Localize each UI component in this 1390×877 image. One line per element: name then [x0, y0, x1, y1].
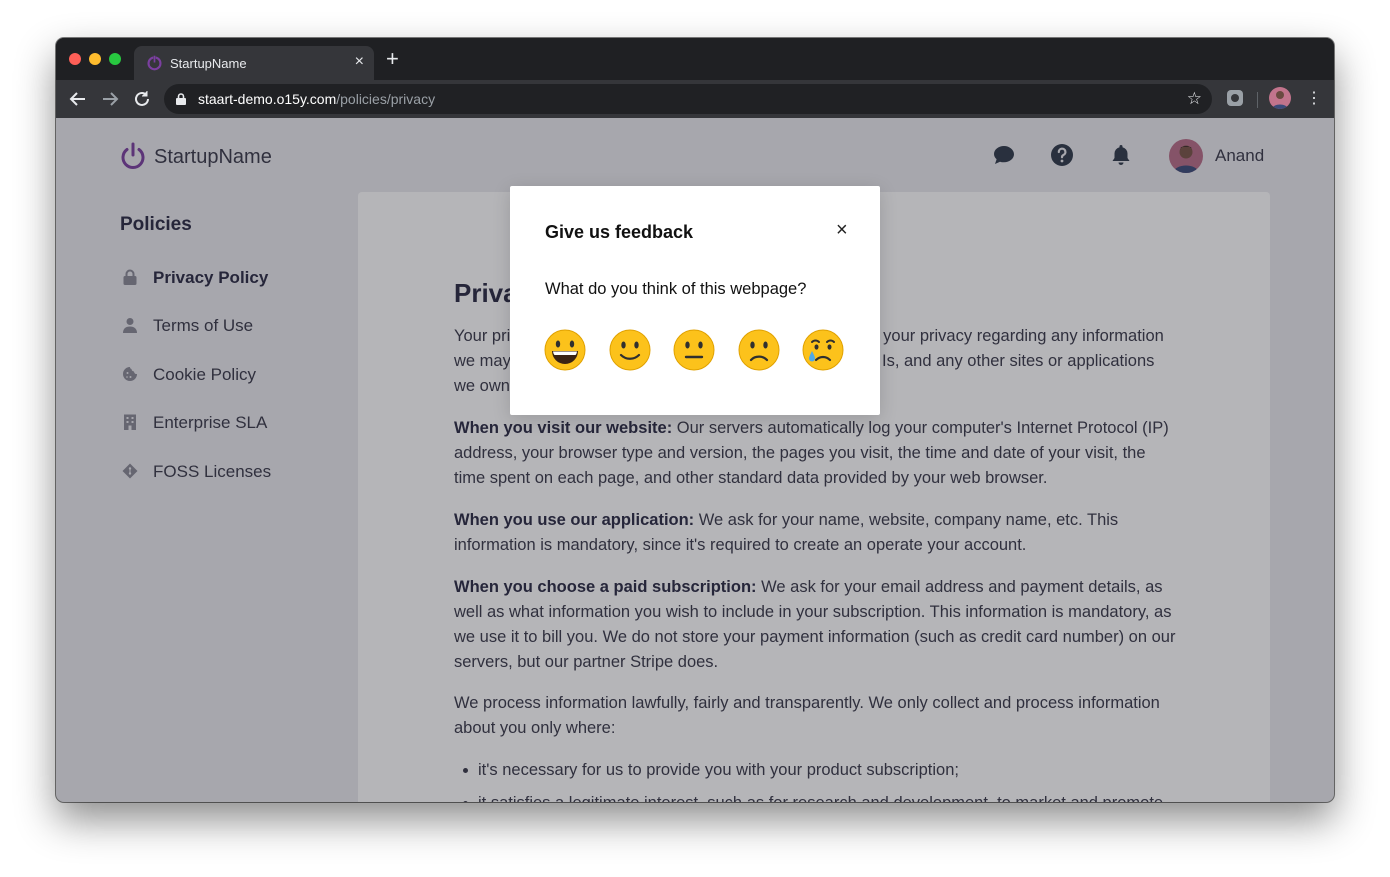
address-bar[interactable]: staart-demo.o15y.com/policies/privacy ☆ [164, 84, 1212, 114]
close-icon[interactable]: × [836, 220, 848, 240]
new-tab-button[interactable]: + [386, 48, 399, 70]
lock-icon [176, 93, 186, 105]
maximize-window-button[interactable] [109, 53, 121, 65]
feedback-question: What do you think of this webpage? [545, 280, 807, 298]
tab-bar: StartupName × + [56, 38, 1334, 80]
grinning-face-icon[interactable] [544, 329, 586, 371]
browser-menu-icon[interactable]: ⋮ [1306, 88, 1322, 110]
minimize-window-button[interactable] [89, 53, 101, 65]
neutral-face-icon[interactable] [673, 329, 715, 371]
modal-title: Give us feedback [545, 222, 694, 242]
slightly-smiling-face-icon[interactable] [609, 329, 651, 371]
extension-icon[interactable] [1227, 90, 1243, 106]
bookmark-star-icon[interactable]: ☆ [1187, 89, 1202, 109]
tab-title: StartupName [170, 56, 247, 71]
web-page: StartupName Anand Policies Privacy Polic… [56, 118, 1334, 802]
url-text: staart-demo.o15y.com/policies/privacy [198, 91, 435, 107]
slightly-frowning-face-icon[interactable] [738, 329, 780, 371]
browser-window: StartupName × + staart-demo.o15y.com/pol… [56, 38, 1334, 802]
browser-tab[interactable]: StartupName × [134, 46, 374, 80]
url-path: /policies/privacy [336, 91, 436, 107]
power-icon [147, 54, 162, 71]
browser-toolbar: staart-demo.o15y.com/policies/privacy ☆ … [56, 80, 1334, 118]
close-tab-icon[interactable]: × [355, 53, 364, 71]
close-window-button[interactable] [69, 53, 81, 65]
crying-face-icon[interactable] [802, 329, 844, 371]
url-domain: staart-demo.o15y.com [198, 91, 337, 107]
forward-arrow-icon[interactable] [99, 88, 121, 110]
profile-avatar[interactable] [1269, 87, 1291, 109]
reload-icon[interactable] [131, 88, 153, 110]
toolbar-divider [1257, 92, 1258, 108]
feedback-modal: Give us feedback × What do you think of … [510, 186, 880, 415]
back-arrow-icon[interactable] [67, 88, 89, 110]
person-photo-icon [1272, 91, 1288, 109]
